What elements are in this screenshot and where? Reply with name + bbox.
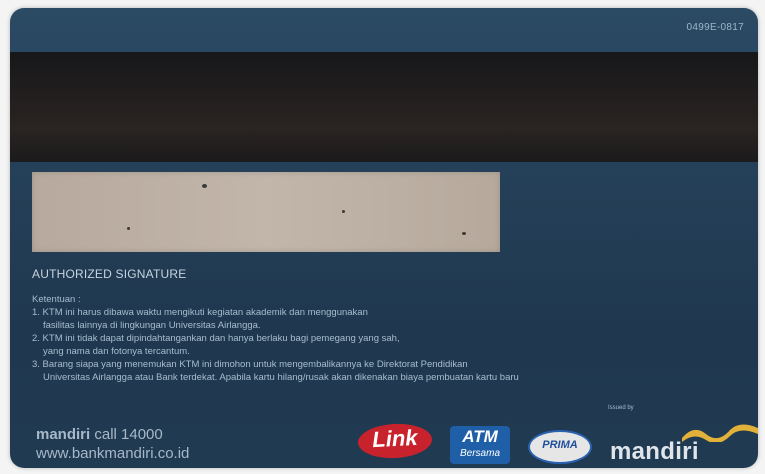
link-logo-text: Link bbox=[371, 424, 419, 453]
prima-logo: PRIMA bbox=[528, 430, 592, 464]
signature-panel-speck bbox=[127, 227, 130, 230]
authorized-signature-label: AUTHORIZED SIGNATURE bbox=[32, 267, 187, 281]
contact-info: mandiri call 14000 www.bankmandiri.co.id bbox=[36, 426, 189, 462]
issued-by-label: Issued by bbox=[608, 405, 634, 411]
link-logo: Link bbox=[357, 422, 433, 460]
call-number: call 14000 bbox=[94, 426, 163, 443]
terms-heading: Ketentuan : bbox=[32, 294, 81, 305]
mandiri-logo: mandiri bbox=[610, 438, 699, 465]
call-line: mandiri call 14000 bbox=[36, 426, 189, 443]
terms-block: Ketentuan : 1. KTM ini harus dibawa wakt… bbox=[32, 293, 672, 384]
atm-bersama-logo: ATM Bersama bbox=[450, 426, 510, 464]
terms-line: 2. KTM ini tidak dapat dipindahtangankan… bbox=[32, 333, 400, 344]
bank-card-back: 0499E-0817 AUTHORIZED SIGNATURE Ketentua… bbox=[10, 8, 758, 468]
terms-line: yang nama dan fotonya tercantum. bbox=[43, 346, 190, 357]
website-text: www.bankmandiri.co.id bbox=[36, 445, 190, 462]
signature-panel-speck bbox=[202, 184, 207, 188]
terms-line: 3. Barang siapa yang menemukan KTM ini d… bbox=[32, 359, 468, 370]
contact-brand: mandiri bbox=[36, 426, 91, 443]
signature-panel bbox=[32, 172, 500, 252]
bersama-logo-text: Bersama bbox=[459, 448, 500, 459]
signature-panel-speck bbox=[462, 232, 466, 235]
card-photo: 0499E-0817 AUTHORIZED SIGNATURE Ketentua… bbox=[0, 0, 765, 474]
terms-line: Universitas Airlangga atau Bank terdekat… bbox=[43, 372, 519, 383]
card-code: 0499E-0817 bbox=[686, 22, 744, 33]
prima-logo-text: PRIMA bbox=[542, 439, 578, 451]
atm-logo-text: ATM bbox=[462, 427, 498, 446]
terms-line: fasilitas lainnya di lingkungan Universi… bbox=[43, 320, 261, 331]
magnetic-stripe bbox=[10, 52, 758, 162]
terms-line: 1. KTM ini harus dibawa waktu mengikuti … bbox=[32, 307, 368, 318]
signature-panel-speck bbox=[342, 210, 345, 213]
